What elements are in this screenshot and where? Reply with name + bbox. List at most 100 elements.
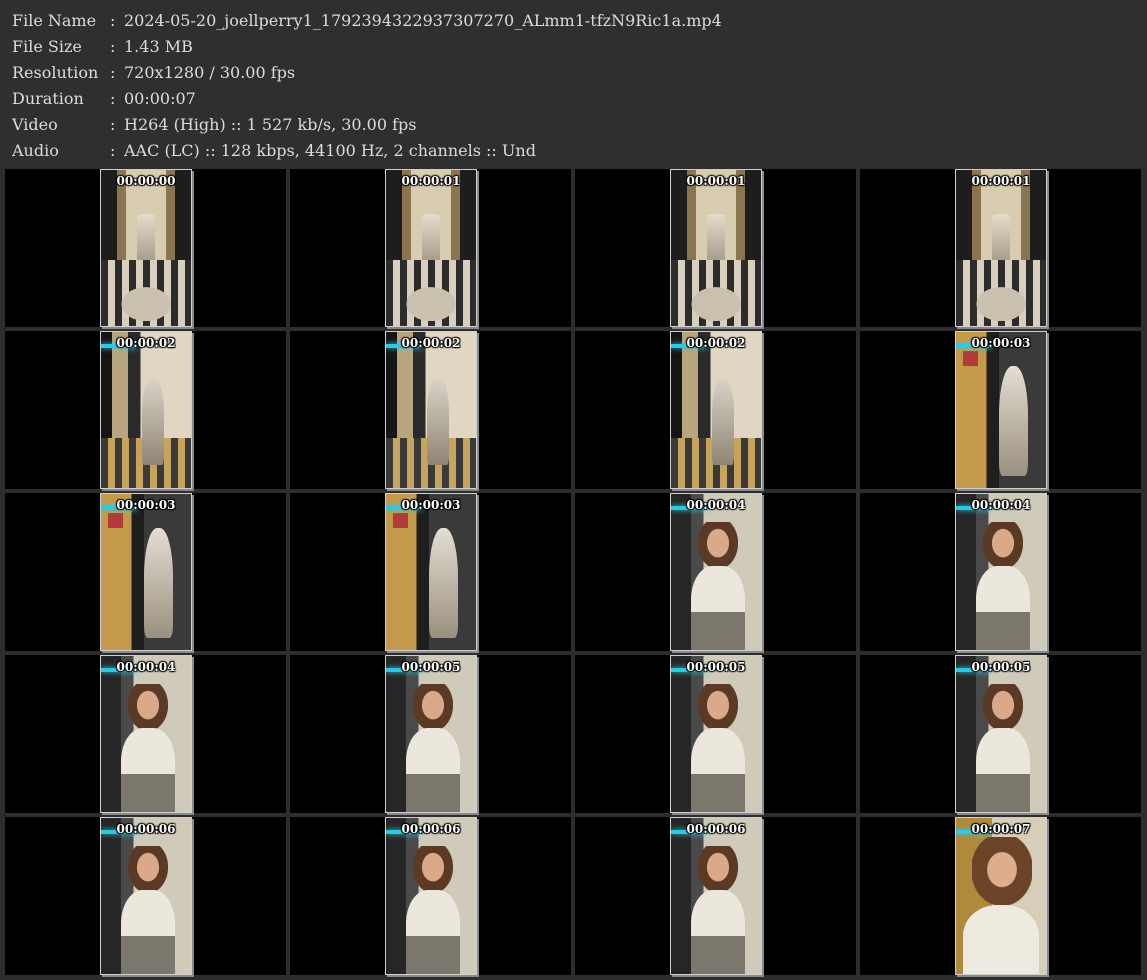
thumbnail-cell[interactable]: 00:00:03	[860, 331, 1141, 489]
video-frame-thumbnail[interactable]: 00:00:02	[100, 331, 192, 489]
frame-image	[671, 818, 761, 974]
video-frame-thumbnail[interactable]: 00:00:04	[670, 493, 762, 651]
thumbnail-cell[interactable]: 00:00:04	[575, 493, 856, 651]
thumbnail-cell[interactable]: 00:00:07	[860, 817, 1141, 975]
info-label: File Size	[12, 36, 82, 56]
thumbnail-cell[interactable]: 00:00:01	[860, 169, 1141, 327]
thumbnail-grid: 00:00:00 00:00:01 00:00:01 00:00:01 00:00:02…	[5, 169, 1142, 978]
thumbnail-cell[interactable]: 00:00:02	[5, 331, 286, 489]
video-frame-thumbnail[interactable]: 00:00:01	[670, 169, 762, 327]
thumbnail-cell[interactable]: 00:00:01	[575, 169, 856, 327]
frame-timestamp: 00:00:03	[401, 498, 461, 512]
info-row-duration: Duration : 00:00:07	[12, 85, 196, 111]
frame-timestamp: 00:00:03	[116, 498, 176, 512]
frame-image	[101, 170, 191, 326]
video-frame-thumbnail[interactable]: 00:00:02	[385, 331, 477, 489]
info-label: Resolution	[12, 62, 99, 82]
frame-image	[671, 656, 761, 812]
thumbnail-cell[interactable]: 00:00:05	[290, 655, 571, 813]
video-frame-thumbnail[interactable]: 00:00:04	[100, 655, 192, 813]
frame-image	[386, 170, 476, 326]
frame-image	[101, 494, 191, 650]
info-label: Video	[12, 114, 58, 134]
thumbnail-cell[interactable]: 00:00:00	[5, 169, 286, 327]
frame-timestamp: 00:00:04	[686, 498, 746, 512]
video-frame-thumbnail[interactable]: 00:00:04	[955, 493, 1047, 651]
info-separator: :	[110, 140, 116, 160]
video-frame-thumbnail[interactable]: 00:00:05	[670, 655, 762, 813]
info-value: 2024-05-20_joellperry1_17923943229373072…	[124, 10, 722, 30]
frame-image	[101, 656, 191, 812]
frame-timestamp: 00:00:06	[401, 822, 461, 836]
video-frame-thumbnail[interactable]: 00:00:01	[955, 169, 1047, 327]
video-frame-thumbnail[interactable]: 00:00:06	[385, 817, 477, 975]
video-frame-thumbnail[interactable]: 00:00:01	[385, 169, 477, 327]
frame-image	[101, 818, 191, 974]
frame-image	[386, 818, 476, 974]
thumbnail-cell[interactable]: 00:00:03	[290, 493, 571, 651]
frame-timestamp: 00:00:05	[971, 660, 1031, 674]
thumbnail-cell[interactable]: 00:00:01	[290, 169, 571, 327]
frame-timestamp: 00:00:02	[116, 336, 176, 350]
info-separator: :	[110, 10, 116, 30]
frame-image	[386, 494, 476, 650]
video-frame-thumbnail[interactable]: 00:00:02	[670, 331, 762, 489]
info-row-resolution: Resolution : 720x1280 / 30.00 fps	[12, 59, 295, 85]
thumbnail-cell[interactable]: 00:00:06	[290, 817, 571, 975]
thumbnail-cell[interactable]: 00:00:02	[575, 331, 856, 489]
frame-image	[671, 494, 761, 650]
info-separator: :	[110, 36, 116, 56]
video-frame-thumbnail[interactable]: 00:00:05	[955, 655, 1047, 813]
frame-image	[101, 332, 191, 488]
frame-timestamp: 00:00:06	[686, 822, 746, 836]
info-row-file-name: File Name : 2024-05-20_joellperry1_17923…	[12, 7, 722, 33]
thumbnail-cell[interactable]: 00:00:02	[290, 331, 571, 489]
frame-timestamp: 00:00:01	[971, 174, 1031, 188]
info-row-audio: Audio : AAC (LC) :: 128 kbps, 44100 Hz, …	[12, 137, 536, 163]
frame-timestamp: 00:00:04	[116, 660, 176, 674]
frame-timestamp: 00:00:05	[401, 660, 461, 674]
frame-image	[956, 170, 1046, 326]
frame-image	[671, 170, 761, 326]
video-frame-thumbnail[interactable]: 00:00:07	[955, 817, 1047, 975]
thumbnail-cell[interactable]: 00:00:05	[575, 655, 856, 813]
thumbnail-cell[interactable]: 00:00:06	[5, 817, 286, 975]
info-row-video: Video : H264 (High) :: 1 527 kb/s, 30.00…	[12, 111, 417, 137]
info-row-file-size: File Size : 1.43 MB	[12, 33, 193, 59]
frame-timestamp: 00:00:01	[686, 174, 746, 188]
thumbnail-cell[interactable]: 00:00:05	[860, 655, 1141, 813]
video-frame-thumbnail[interactable]: 00:00:06	[100, 817, 192, 975]
info-separator: :	[110, 62, 116, 82]
frame-image	[956, 656, 1046, 812]
frame-image	[956, 818, 1046, 974]
frame-image	[386, 332, 476, 488]
info-label: File Name	[12, 10, 97, 30]
video-frame-thumbnail[interactable]: 00:00:03	[955, 331, 1047, 489]
thumbnail-cell[interactable]: 00:00:06	[575, 817, 856, 975]
frame-image	[671, 332, 761, 488]
info-value: 00:00:07	[124, 88, 196, 108]
video-frame-thumbnail[interactable]: 00:00:00	[100, 169, 192, 327]
frame-image	[956, 494, 1046, 650]
thumbnail-cell[interactable]: 00:00:03	[5, 493, 286, 651]
thumbnail-cell[interactable]: 00:00:04	[5, 655, 286, 813]
info-label: Duration	[12, 88, 84, 108]
info-value: 1.43 MB	[124, 36, 193, 56]
frame-image	[956, 332, 1046, 488]
info-separator: :	[110, 88, 116, 108]
frame-timestamp: 00:00:06	[116, 822, 176, 836]
info-separator: :	[110, 114, 116, 134]
frame-timestamp: 00:00:02	[686, 336, 746, 350]
video-frame-thumbnail[interactable]: 00:00:03	[385, 493, 477, 651]
info-value: 720x1280 / 30.00 fps	[124, 62, 296, 82]
info-label: Audio	[12, 140, 59, 160]
video-frame-thumbnail[interactable]: 00:00:03	[100, 493, 192, 651]
video-frame-thumbnail[interactable]: 00:00:06	[670, 817, 762, 975]
info-value: H264 (High) :: 1 527 kb/s, 30.00 fps	[124, 114, 417, 134]
frame-image	[386, 656, 476, 812]
frame-timestamp: 00:00:04	[971, 498, 1031, 512]
frame-timestamp: 00:00:03	[971, 336, 1031, 350]
thumbnail-cell[interactable]: 00:00:04	[860, 493, 1141, 651]
video-frame-thumbnail[interactable]: 00:00:05	[385, 655, 477, 813]
info-value: AAC (LC) :: 128 kbps, 44100 Hz, 2 channe…	[124, 140, 536, 160]
